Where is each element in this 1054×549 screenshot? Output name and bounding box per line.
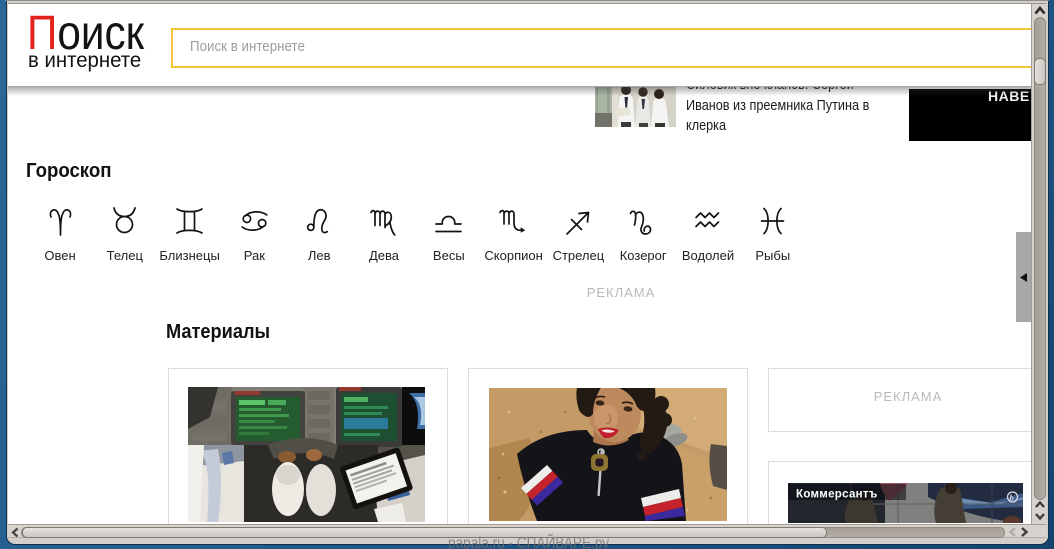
svg-text:Коммерсантъ: Коммерсантъ (796, 489, 878, 501)
svg-text:b: b (1010, 493, 1014, 503)
